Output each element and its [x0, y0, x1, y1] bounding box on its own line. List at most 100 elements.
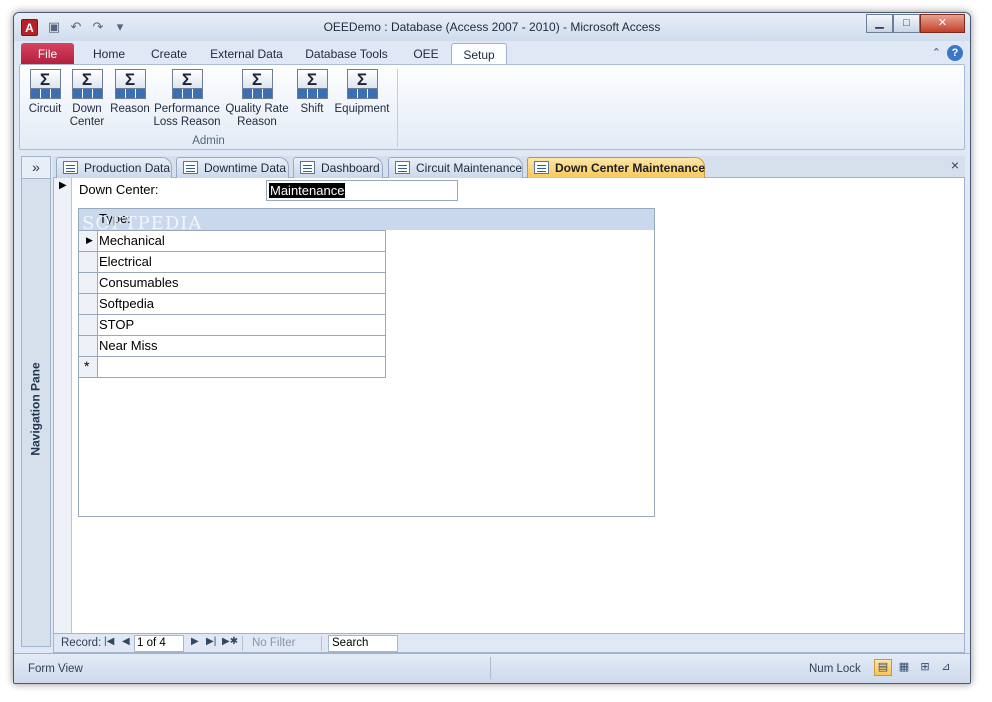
- no-filter-button[interactable]: No Filter: [252, 637, 295, 649]
- record-nav-separator: [321, 636, 322, 651]
- type-cell[interactable]: Consumables: [99, 275, 179, 290]
- minimize-ribbon-icon[interactable]: ⌃: [932, 46, 941, 59]
- row-selector[interactable]: [79, 273, 98, 293]
- next-record-icon[interactable]: ▶: [191, 636, 199, 647]
- window-title: OEEDemo : Database (Access 2007 - 2010) …: [323, 20, 661, 34]
- row-selector[interactable]: *: [79, 357, 98, 377]
- tab-down-center-maintenance[interactable]: Down Center Maintenance: [527, 157, 705, 178]
- sigma-table-icon: Σ: [296, 69, 328, 99]
- new-record-nav-icon[interactable]: ▶✱: [222, 636, 238, 647]
- document-tabs: Production Data Downtime Data Dashboard …: [53, 156, 965, 178]
- table-row[interactable]: Softpedia: [79, 294, 385, 315]
- tab-create[interactable]: Create: [144, 43, 194, 65]
- equipment-button[interactable]: Σ Equipment: [332, 69, 392, 116]
- type-cell[interactable]: STOP: [99, 317, 134, 332]
- tab-database-tools[interactable]: Database Tools: [299, 43, 394, 65]
- table-row[interactable]: STOP: [79, 315, 385, 336]
- close-button[interactable]: ✕: [920, 14, 965, 33]
- table-row[interactable]: ▶ Mechanical: [79, 231, 385, 252]
- maximize-button[interactable]: □: [893, 14, 920, 33]
- tab-home[interactable]: Home: [84, 43, 134, 65]
- tab-production-data[interactable]: Production Data: [56, 157, 172, 178]
- form-icon: [300, 161, 315, 174]
- down-center-button[interactable]: Σ Down Center: [68, 69, 106, 129]
- sigma-table-icon: Σ: [114, 69, 146, 99]
- datasheet-view-icon[interactable]: ▦: [895, 659, 913, 676]
- record-navigation-bar: Record: |◀ ◀ 1 of 4 ▶ ▶| ▶✱ No Filter Se…: [53, 633, 965, 653]
- num-lock-indicator: Num Lock: [809, 663, 861, 675]
- tab-external-data[interactable]: External Data: [204, 43, 289, 65]
- reason-button[interactable]: Σ Reason: [109, 69, 151, 116]
- record-label: Record:: [61, 637, 102, 649]
- type-subform: Type: SOFTPEDIA ▶ Mechanical Electrical …: [78, 208, 655, 517]
- search-input[interactable]: Search: [328, 635, 398, 652]
- close-document-icon[interactable]: ×: [951, 157, 959, 173]
- down-center-field[interactable]: Maintenance: [266, 180, 458, 201]
- row-selector[interactable]: [79, 336, 98, 356]
- view-status-text: Form View: [28, 663, 83, 675]
- quality-rate-reason-button[interactable]: Σ Quality Rate Reason: [223, 69, 291, 129]
- form-view-icon[interactable]: ▤: [874, 659, 892, 676]
- form-icon: [395, 161, 410, 174]
- ribbon-setup: Σ Circuit Σ Down Center Σ Reason Σ Perfor…: [19, 64, 965, 150]
- current-record-arrow-icon: ▶: [59, 180, 67, 191]
- type-cell[interactable]: Mechanical: [99, 233, 165, 248]
- tab-circuit-maintenance[interactable]: Circuit Maintenance: [388, 157, 523, 178]
- type-cell[interactable]: Softpedia: [99, 296, 154, 311]
- window-controls: ▁ □ ✕: [866, 14, 965, 33]
- new-record-row[interactable]: *: [79, 357, 385, 378]
- form-icon: [534, 161, 549, 174]
- performance-loss-reason-button[interactable]: Σ Performance Loss Reason: [153, 69, 221, 129]
- row-selector[interactable]: [79, 315, 98, 335]
- down-center-form: ▶ Down Center: Maintenance Type: SOFTPED…: [53, 178, 965, 633]
- shift-button[interactable]: Σ Shift: [293, 69, 331, 116]
- record-selector[interactable]: ▶: [54, 178, 72, 633]
- type-datasheet: ▶ Mechanical Electrical Consumables Soft…: [79, 230, 386, 378]
- row-selector[interactable]: [79, 252, 98, 272]
- row-selector[interactable]: ▶: [79, 231, 98, 251]
- minimize-button[interactable]: ▁: [866, 14, 893, 33]
- table-row[interactable]: Consumables: [79, 273, 385, 294]
- navigation-pane-title[interactable]: Navigation Pane: [22, 339, 50, 479]
- sigma-table-icon: Σ: [71, 69, 103, 99]
- status-divider: [490, 657, 491, 679]
- table-row[interactable]: Electrical: [79, 252, 385, 273]
- view-switcher: ▤ ▦ ⊞ ⊿: [874, 659, 955, 676]
- subform-header: Type: SOFTPEDIA: [79, 209, 654, 234]
- title-bar: A ▣ ↶ ↷ ▾ OEEDemo : Database (Access 200…: [14, 13, 970, 41]
- form-icon: [183, 161, 198, 174]
- form-icon: [63, 161, 78, 174]
- access-window: A ▣ ↶ ↷ ▾ OEEDemo : Database (Access 200…: [13, 12, 971, 684]
- tab-dashboard[interactable]: Dashboard: [293, 157, 383, 178]
- tab-oee[interactable]: OEE: [406, 43, 446, 65]
- layout-view-icon[interactable]: ⊞: [916, 659, 934, 676]
- ribbon-group-label: Admin: [192, 135, 225, 147]
- type-cell[interactable]: Electrical: [99, 254, 152, 269]
- down-center-label: Down Center:: [79, 182, 159, 197]
- design-view-icon[interactable]: ⊿: [937, 659, 955, 676]
- tab-downtime-data[interactable]: Downtime Data: [176, 157, 289, 178]
- ribbon-tabs: File Home Create External Data Database …: [14, 41, 970, 65]
- expand-nav-pane-icon[interactable]: »: [22, 157, 50, 179]
- last-record-icon[interactable]: ▶|: [206, 636, 216, 647]
- previous-record-icon[interactable]: ◀: [122, 636, 130, 647]
- new-record-icon: *: [84, 358, 90, 374]
- sigma-table-icon: Σ: [171, 69, 203, 99]
- ribbon-group-separator: [397, 69, 398, 147]
- current-record-field[interactable]: 1 of 4: [134, 635, 184, 652]
- row-selector[interactable]: [79, 294, 98, 314]
- current-row-arrow-icon: ▶: [86, 235, 93, 245]
- circuit-button[interactable]: Σ Circuit: [26, 69, 64, 116]
- help-icon[interactable]: ?: [947, 45, 963, 61]
- status-bar: Form View Num Lock ▤ ▦ ⊞ ⊿: [14, 653, 970, 683]
- type-cell[interactable]: Near Miss: [99, 338, 158, 353]
- first-record-icon[interactable]: |◀: [104, 636, 114, 647]
- tab-setup[interactable]: Setup: [451, 43, 507, 65]
- sigma-table-icon: Σ: [241, 69, 273, 99]
- table-row[interactable]: Near Miss: [79, 336, 385, 357]
- sigma-table-icon: Σ: [29, 69, 61, 99]
- record-nav-separator: [242, 636, 243, 651]
- navigation-pane[interactable]: » Navigation Pane: [21, 156, 51, 647]
- sigma-table-icon: Σ: [346, 69, 378, 99]
- tab-file[interactable]: File: [21, 43, 74, 65]
